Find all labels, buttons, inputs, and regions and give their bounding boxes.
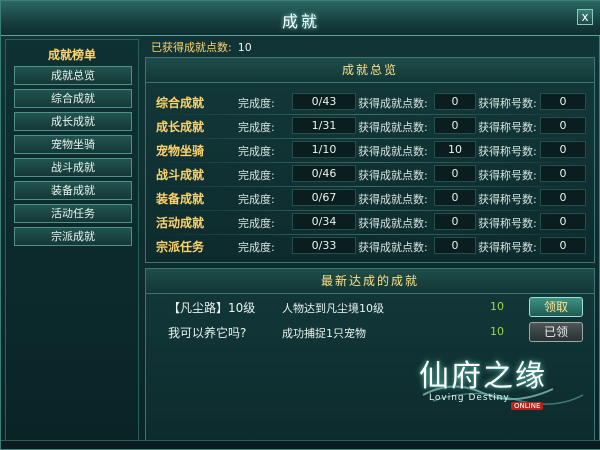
completion-label: 完成度:	[238, 217, 275, 230]
claimed-button: 已领	[529, 322, 583, 342]
overview-row: 综合成就 完成度: 0/43 获得成就点数: 0 获得称号数: 0	[152, 92, 588, 113]
points-summary: 已获得成就点数: 10	[151, 39, 252, 55]
titles-label: 获得称号数:	[478, 97, 537, 110]
row-category: 成长成就	[156, 120, 205, 134]
sidebar-item-pets-mounts[interactable]: 宠物坐骑	[14, 135, 132, 154]
overview-row: 战斗成就 完成度: 0/46 获得成就点数: 0 获得称号数: 0	[152, 164, 588, 185]
completion-label: 完成度:	[238, 193, 275, 206]
sidebar-item-combat[interactable]: 战斗成就	[14, 158, 132, 177]
completion-label: 完成度:	[238, 169, 275, 182]
points-value: 0	[434, 93, 476, 110]
logo-subtitle: Loving Destiny	[429, 393, 510, 403]
titles-label: 获得称号数:	[478, 169, 537, 182]
completion-value: 0/33	[292, 237, 356, 254]
sidebar-item-equipment[interactable]: 装备成就	[14, 181, 132, 200]
points-value: 0	[434, 213, 476, 230]
points-label: 获得成就点数:	[358, 145, 428, 158]
points-value: 0	[434, 117, 476, 134]
points-value: 0	[434, 237, 476, 254]
completion-label: 完成度:	[238, 97, 275, 110]
titles-value: 0	[540, 93, 586, 110]
recent-item-points: 10	[490, 325, 504, 338]
recent-item-name: 【凡尘路】10级	[168, 301, 256, 315]
row-divider	[152, 186, 588, 187]
completion-value: 1/31	[292, 117, 356, 134]
points-label: 获得成就点数:	[358, 241, 428, 254]
row-divider	[152, 210, 588, 211]
row-category: 战斗成就	[156, 168, 205, 182]
game-logo: 仙府之缘 Loving Destiny ONLINE	[413, 349, 589, 419]
row-divider	[152, 234, 588, 235]
titles-value: 0	[540, 141, 586, 158]
completion-label: 完成度:	[238, 121, 275, 134]
row-divider	[152, 162, 588, 163]
overview-row: 活动成就 完成度: 0/34 获得成就点数: 0 获得称号数: 0	[152, 212, 588, 233]
points-label: 获得成就点数:	[358, 97, 428, 110]
completion-value: 0/46	[292, 165, 356, 182]
overview-row: 宗派任务 完成度: 0/33 获得成就点数: 0 获得称号数: 0	[152, 236, 588, 257]
sidebar: 成就榜单 成就总览 综合成就 成长成就 宠物坐骑 战斗成就 装备成就 活动任务 …	[5, 39, 139, 447]
completion-value: 0/43	[292, 93, 356, 110]
titles-label: 获得称号数:	[478, 145, 537, 158]
recent-item-desc: 成功捕捉1只宠物	[282, 327, 366, 340]
bottom-bar	[1, 440, 600, 449]
row-category: 宗派任务	[156, 240, 205, 254]
overview-row: 成长成就 完成度: 1/31 获得成就点数: 0 获得称号数: 0	[152, 116, 588, 137]
completion-value: 0/34	[292, 213, 356, 230]
titles-value: 0	[540, 213, 586, 230]
claim-button[interactable]: 领取	[529, 297, 583, 317]
sidebar-item-growth[interactable]: 成长成就	[14, 112, 132, 131]
row-divider	[152, 138, 588, 139]
logo-online-tag: ONLINE	[511, 402, 544, 410]
sidebar-item-general[interactable]: 综合成就	[14, 89, 132, 108]
titles-label: 获得称号数:	[478, 193, 537, 206]
overview-panel: 成就总览 综合成就 完成度: 0/43 获得成就点数: 0 获得称号数: 0 成…	[145, 57, 595, 263]
points-value: 0	[434, 165, 476, 182]
titles-value: 0	[540, 165, 586, 182]
completion-label: 完成度:	[238, 241, 275, 254]
sidebar-item-overview[interactable]: 成就总览	[14, 66, 132, 85]
points-value: 0	[434, 189, 476, 206]
titles-value: 0	[540, 237, 586, 254]
overview-row: 宠物坐骑 完成度: 1/10 获得成就点数: 10 获得称号数: 0	[152, 140, 588, 161]
row-category: 宠物坐骑	[156, 144, 205, 158]
titles-value: 0	[540, 117, 586, 134]
points-label: 获得成就点数:	[358, 217, 428, 230]
sidebar-item-events[interactable]: 活动任务	[14, 204, 132, 223]
titles-label: 获得称号数:	[478, 217, 537, 230]
recent-header: 最新达成的成就	[146, 269, 594, 294]
titles-label: 获得称号数:	[478, 121, 537, 134]
points-label: 获得成就点数:	[358, 121, 428, 134]
completion-value: 0/67	[292, 189, 356, 206]
row-divider	[152, 114, 588, 115]
completion-label: 完成度:	[238, 145, 275, 158]
recent-item: 我可以养它吗? 成功捕捉1只宠物 10 已领	[146, 320, 594, 344]
logo-title: 仙府之缘	[419, 359, 547, 394]
recent-item-desc: 人物达到凡尘境10级	[282, 302, 384, 315]
row-category: 装备成就	[156, 192, 205, 206]
points-label: 获得成就点数:	[358, 193, 428, 206]
completion-value: 1/10	[292, 141, 356, 158]
titles-label: 获得称号数:	[478, 241, 537, 254]
titles-value: 0	[540, 189, 586, 206]
row-category: 综合成就	[156, 96, 205, 110]
sidebar-item-sect[interactable]: 宗派成就	[14, 227, 132, 246]
recent-item: 【凡尘路】10级 人物达到凡尘境10级 10 领取	[146, 295, 594, 319]
row-category: 活动成就	[156, 216, 205, 230]
overview-row: 装备成就 完成度: 0/67 获得成就点数: 0 获得称号数: 0	[152, 188, 588, 209]
points-value: 10	[434, 141, 476, 158]
title-bar[interactable]: 成就 x	[1, 1, 600, 36]
close-button[interactable]: x	[577, 9, 593, 25]
points-label: 获得成就点数:	[358, 169, 428, 182]
window-title: 成就	[281, 12, 320, 31]
close-icon: x	[581, 10, 589, 24]
points-value: 10	[237, 41, 252, 54]
achievement-window: 成就 x 成就榜单 成就总览 综合成就 成长成就 宠物坐骑 战斗成就 装备成就 …	[0, 0, 600, 450]
recent-item-points: 10	[490, 300, 504, 313]
sidebar-title: 成就榜单	[47, 48, 96, 62]
recent-item-name: 我可以养它吗?	[168, 326, 247, 340]
points-label: 已获得成就点数:	[151, 41, 232, 54]
overview-header: 成就总览	[146, 58, 594, 83]
